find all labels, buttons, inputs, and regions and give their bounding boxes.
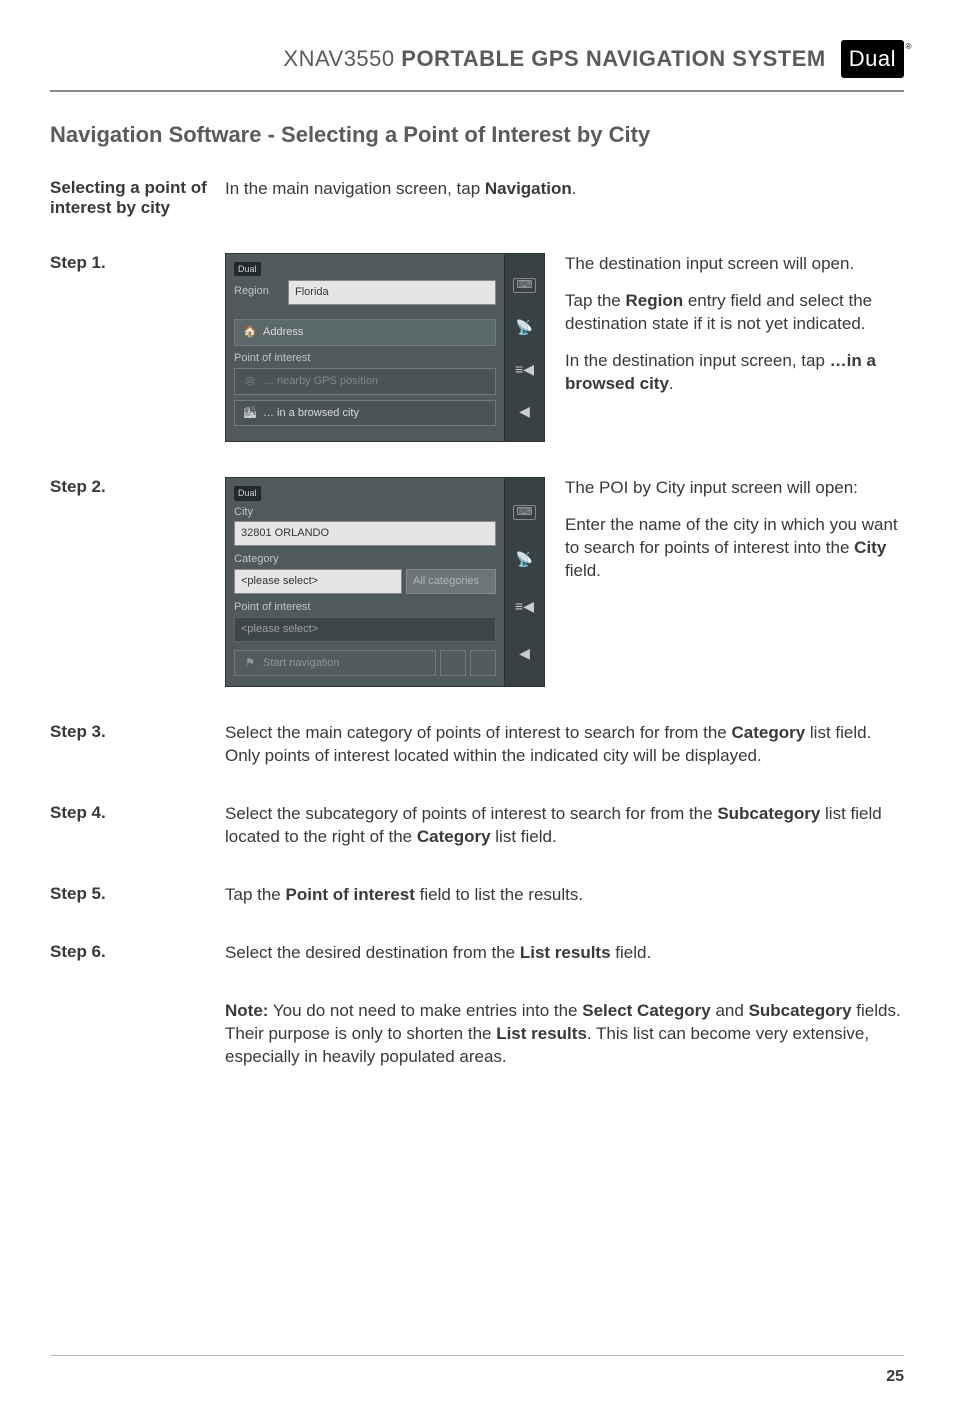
category-label: Category [234,552,496,567]
step2-p2: Enter the name of the city in which you … [565,514,904,583]
step4-label: Step 4. [50,803,225,823]
step1-text: The destination input screen will open. … [565,253,904,410]
page-header: XNAV3550 PORTABLE GPS NAVIGATION SYSTEM … [50,40,904,78]
step1-p2: Tap the Region entry field and select th… [565,290,904,336]
category-field[interactable]: <please select> [234,569,402,594]
step1-p3: In the destination input screen, tap …in… [565,350,904,396]
step2-label: Step 2. [50,477,225,497]
section-title: Navigation Software - Selecting a Point … [50,122,904,148]
map-icon-button[interactable] [440,650,466,676]
intro-row: Selecting a point of interest by city In… [50,178,904,218]
list-back-icon[interactable]: ≡◀ [515,599,534,613]
header-title: XNAV3550 PORTABLE GPS NAVIGATION SYSTEM [283,46,825,72]
step6-text: Select the desired destination from the … [225,942,904,965]
poi-field[interactable]: <please select> [234,617,496,642]
city-icon: 🏙 [243,406,257,421]
destination-input-screenshot: Dual Region Florida 🏠 Address Point of i… [225,253,545,442]
device-sidebar: ⌨ 📡 ≡◀ ◀ [504,254,544,441]
step3-text: Select the main category of points of in… [225,722,904,768]
nearby-label: … nearby GPS position [263,374,378,389]
device-logo: Dual [234,486,261,500]
back-icon[interactable]: ◀ [519,646,530,660]
region-label: Region [234,280,284,309]
step1-p1: The destination input screen will open. [565,253,904,276]
flag-icon: ⚑ [243,656,257,671]
house-icon: 🏠 [243,325,257,340]
step2-row: Step 2. Dual City 32801 ORLANDO Category… [50,477,904,687]
intro-label: Selecting a point of interest by city [50,178,225,218]
start-navigation-button[interactable]: ⚑ Start navigation [234,650,436,677]
brand-logo: Dual [841,40,904,78]
product-code: XNAV3550 [283,46,394,71]
city-field[interactable]: 32801 ORLANDO [234,521,496,546]
address-button[interactable]: 🏠 Address [234,319,496,346]
step4-text: Select the subcategory of points of inte… [225,803,904,849]
step4-row: Step 4. Select the subcategory of points… [50,803,904,849]
footer-rule [50,1355,904,1356]
target-icon: ◎ [243,374,257,389]
step2-text: The POI by City input screen will open: … [565,477,904,597]
step6-label: Step 6. [50,942,225,962]
nearby-gps-button[interactable]: ◎ … nearby GPS position [234,368,496,395]
intro-post: . [572,179,577,198]
keyboard-icon[interactable]: ⌨ [513,505,537,520]
note-row: Note: You do not need to make entries in… [50,1000,904,1069]
product-subtitle: PORTABLE GPS NAVIGATION SYSTEM [401,46,825,71]
step5-label: Step 5. [50,884,225,904]
city-label: City [234,505,496,520]
step2-p1: The POI by City input screen will open: [565,477,904,500]
page-number: 25 [886,1368,904,1386]
step5-row: Step 5. Tap the Point of interest field … [50,884,904,907]
header-rule [50,90,904,92]
address-label: Address [263,325,303,340]
device-sidebar: ⌨ 📡 ≡◀ ◀ [504,478,544,686]
device-logo: Dual [234,262,261,276]
step1-row: Step 1. Dual Region Florida 🏠 Address [50,253,904,442]
list-back-icon[interactable]: ≡◀ [515,362,534,376]
poi-city-screenshot: Dual City 32801 ORLANDO Category <please… [225,477,545,687]
intro-bold: Navigation [485,179,572,198]
poi-section-label: Point of interest [234,351,496,366]
route-icon-button[interactable] [470,650,496,676]
intro-pre: In the main navigation screen, tap [225,179,485,198]
all-categories-button[interactable]: All categories [406,569,496,594]
satellite-icon[interactable]: 📡 [516,320,533,334]
browsed-city-button[interactable]: 🏙 … in a browsed city [234,400,496,427]
note-text: Note: You do not need to make entries in… [225,1000,904,1069]
region-field[interactable]: Florida [288,280,496,305]
keyboard-icon[interactable]: ⌨ [513,278,537,293]
step3-row: Step 3. Select the main category of poin… [50,722,904,768]
intro-text: In the main navigation screen, tap Navig… [225,178,904,201]
step5-text: Tap the Point of interest field to list … [225,884,904,907]
step1-label: Step 1. [50,253,225,273]
step3-label: Step 3. [50,722,225,742]
back-icon[interactable]: ◀ [519,404,530,418]
satellite-icon[interactable]: 📡 [516,552,533,566]
browsed-label: … in a browsed city [263,406,359,421]
poi-label: Point of interest [234,600,496,615]
step6-row: Step 6. Select the desired destination f… [50,942,904,965]
